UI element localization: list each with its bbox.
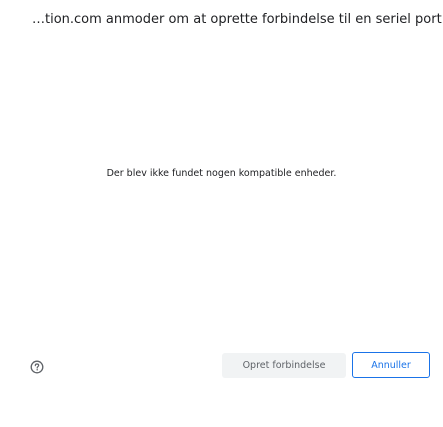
serial-port-chooser-dialog: …tion.com anmoder om at oprette forbinde… (0, 0, 443, 427)
dialog-title: …tion.com anmoder om at oprette forbinde… (32, 12, 442, 27)
cancel-button[interactable]: Annuller (352, 352, 430, 378)
dialog-footer: Opret forbindelse Annuller (0, 350, 443, 382)
no-devices-message: Der blev ikke fundet nogen kompatible en… (106, 168, 337, 179)
help-circle-icon[interactable] (30, 359, 44, 374)
connect-button[interactable]: Opret forbindelse (222, 353, 346, 378)
